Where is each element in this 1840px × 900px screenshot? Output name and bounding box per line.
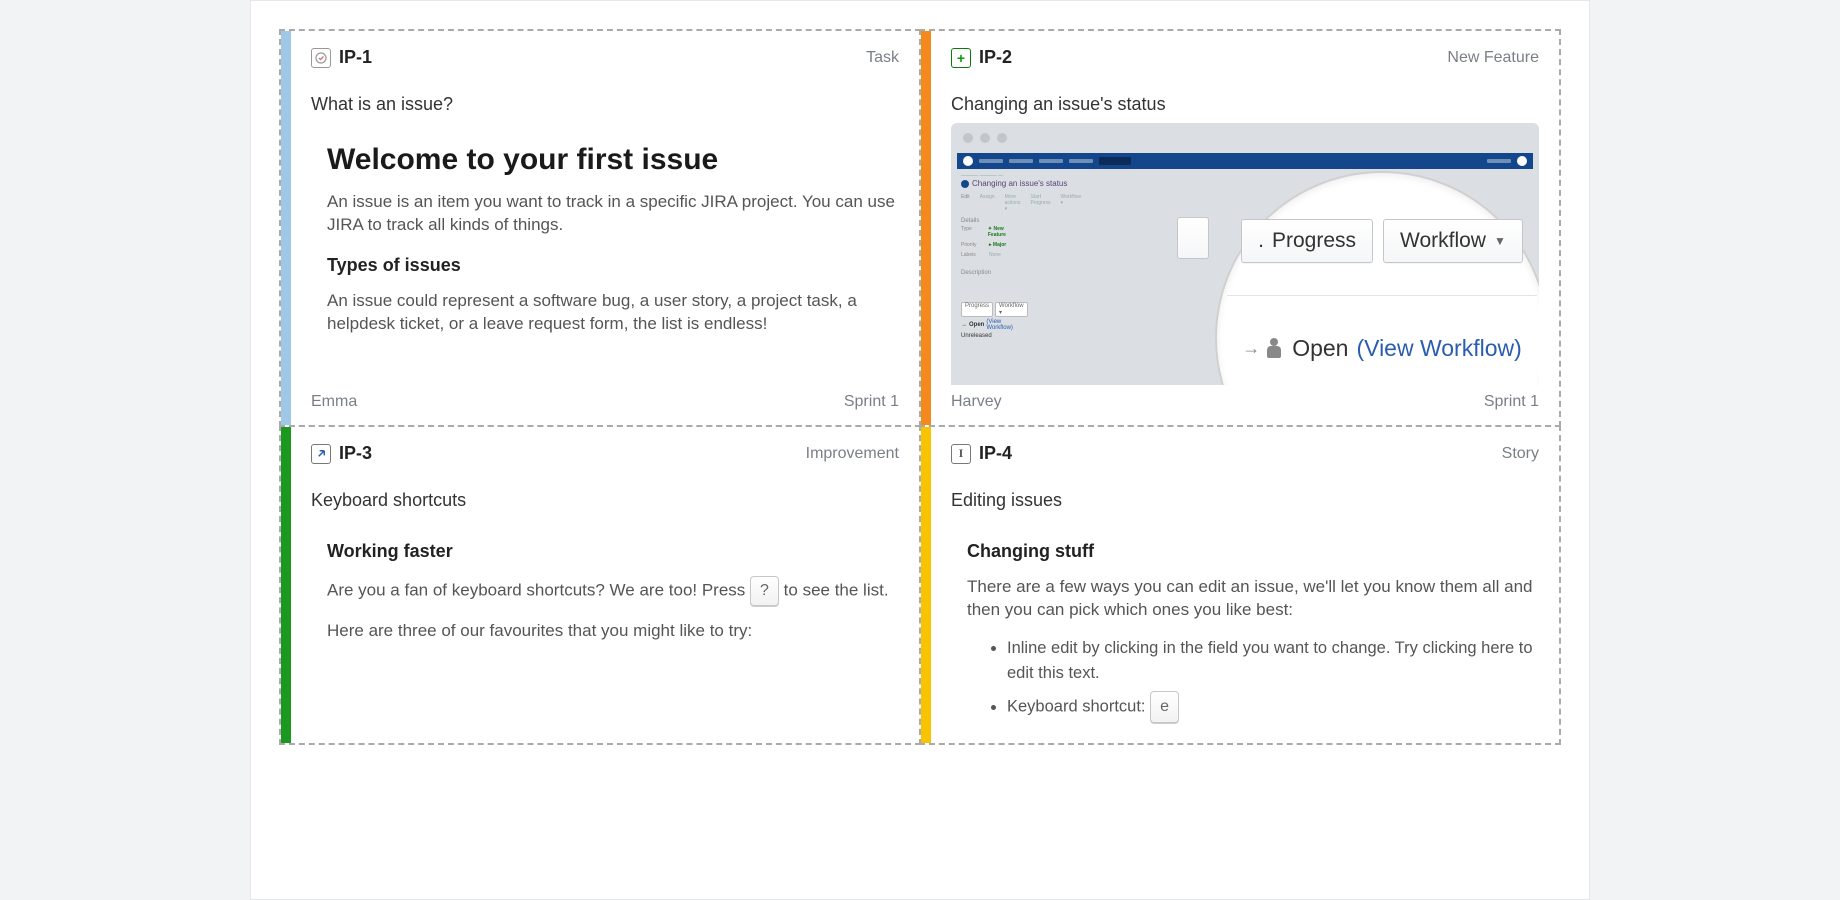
body-subheading: Changing stuff (967, 541, 1539, 562)
card-header: IP-1 Task (311, 47, 899, 68)
card-stripe (921, 427, 931, 743)
issue-type: Story (1502, 445, 1539, 463)
body-heading: Welcome to your first issue (327, 143, 899, 177)
issue-card-ip2: + IP-2 New Feature Changing an issue's s… (919, 29, 1561, 427)
improvement-icon (311, 444, 331, 464)
issue-card-ip1: IP-1 Task What is an issue? Welcome to y… (279, 29, 921, 427)
story-icon: I (951, 444, 971, 464)
issue-title: Editing issues (951, 490, 1539, 511)
sprint: Sprint 1 (1484, 393, 1539, 411)
card-footer: Emma Sprint 1 (311, 393, 899, 411)
issue-title: Changing an issue's status (951, 94, 1539, 115)
body-subheading: Working faster (327, 541, 899, 562)
issue-body: Working faster Are you a fan of keyboard… (311, 511, 899, 729)
shortcut-key: ? (750, 576, 779, 606)
progress-button[interactable]: . Progress (1241, 219, 1373, 263)
card-stripe (281, 31, 291, 425)
issue-title: Keyboard shortcuts (311, 490, 899, 511)
issue-body: Changing stuff There are a few ways you … (951, 511, 1539, 729)
shortcut-key: e (1150, 691, 1179, 723)
workflow-button[interactable]: Workflow▼ (1383, 219, 1523, 263)
issue-key[interactable]: IP-2 (979, 47, 1012, 68)
print-page: IP-1 Task What is an issue? Welcome to y… (250, 0, 1590, 900)
view-workflow-link[interactable]: (View Workflow) (1356, 335, 1521, 362)
issue-type: Improvement (806, 445, 899, 463)
workflow-illustration: ──── ──── ─ Changing an issue's status E… (951, 123, 1539, 385)
status-open: Open (1292, 335, 1348, 362)
card-stripe (921, 31, 931, 425)
body-paragraph: Here are three of our favourites that yo… (327, 620, 899, 643)
body-list: Inline edit by clicking in the field you… (967, 636, 1539, 724)
mini-toolbar (957, 153, 1533, 169)
issue-card-ip3: IP-3 Improvement Keyboard shortcuts Work… (279, 425, 921, 745)
card-stripe (281, 427, 291, 743)
issue-type: Task (866, 49, 899, 67)
body-paragraph: Are you a fan of keyboard shortcuts? We … (327, 576, 899, 606)
body-paragraph: There are a few ways you can edit an iss… (967, 576, 1539, 622)
window-dots-icon (951, 123, 1539, 153)
card-header: + IP-2 New Feature (951, 47, 1539, 68)
body-paragraph: An issue is an item you want to track in… (327, 191, 899, 237)
assignee: Harvey (951, 393, 1002, 411)
issue-type: New Feature (1447, 49, 1539, 67)
assignee: Emma (311, 393, 357, 411)
list-item: Inline edit by clicking in the field you… (1007, 636, 1539, 686)
issue-title: What is an issue? (311, 94, 899, 115)
issue-card-ip4: I IP-4 Story Editing issues Changing stu… (919, 425, 1561, 745)
task-icon (311, 48, 331, 68)
card-header: IP-3 Improvement (311, 443, 899, 464)
card-grid: IP-1 Task What is an issue? Welcome to y… (280, 30, 1560, 744)
person-arrow-icon (1264, 338, 1284, 360)
body-paragraph: An issue could represent a software bug,… (327, 290, 899, 336)
issue-body: Welcome to your first issue An issue is … (311, 115, 899, 385)
issue-key[interactable]: IP-4 (979, 443, 1012, 464)
card-header: I IP-4 Story (951, 443, 1539, 464)
sprint: Sprint 1 (844, 393, 899, 411)
list-item: Keyboard shortcut: e (1007, 691, 1539, 723)
issue-key[interactable]: IP-3 (339, 443, 372, 464)
new-feature-icon: + (951, 48, 971, 68)
card-footer: Harvey Sprint 1 (951, 393, 1539, 411)
body-subheading: Types of issues (327, 255, 899, 276)
issue-key[interactable]: IP-1 (339, 47, 372, 68)
